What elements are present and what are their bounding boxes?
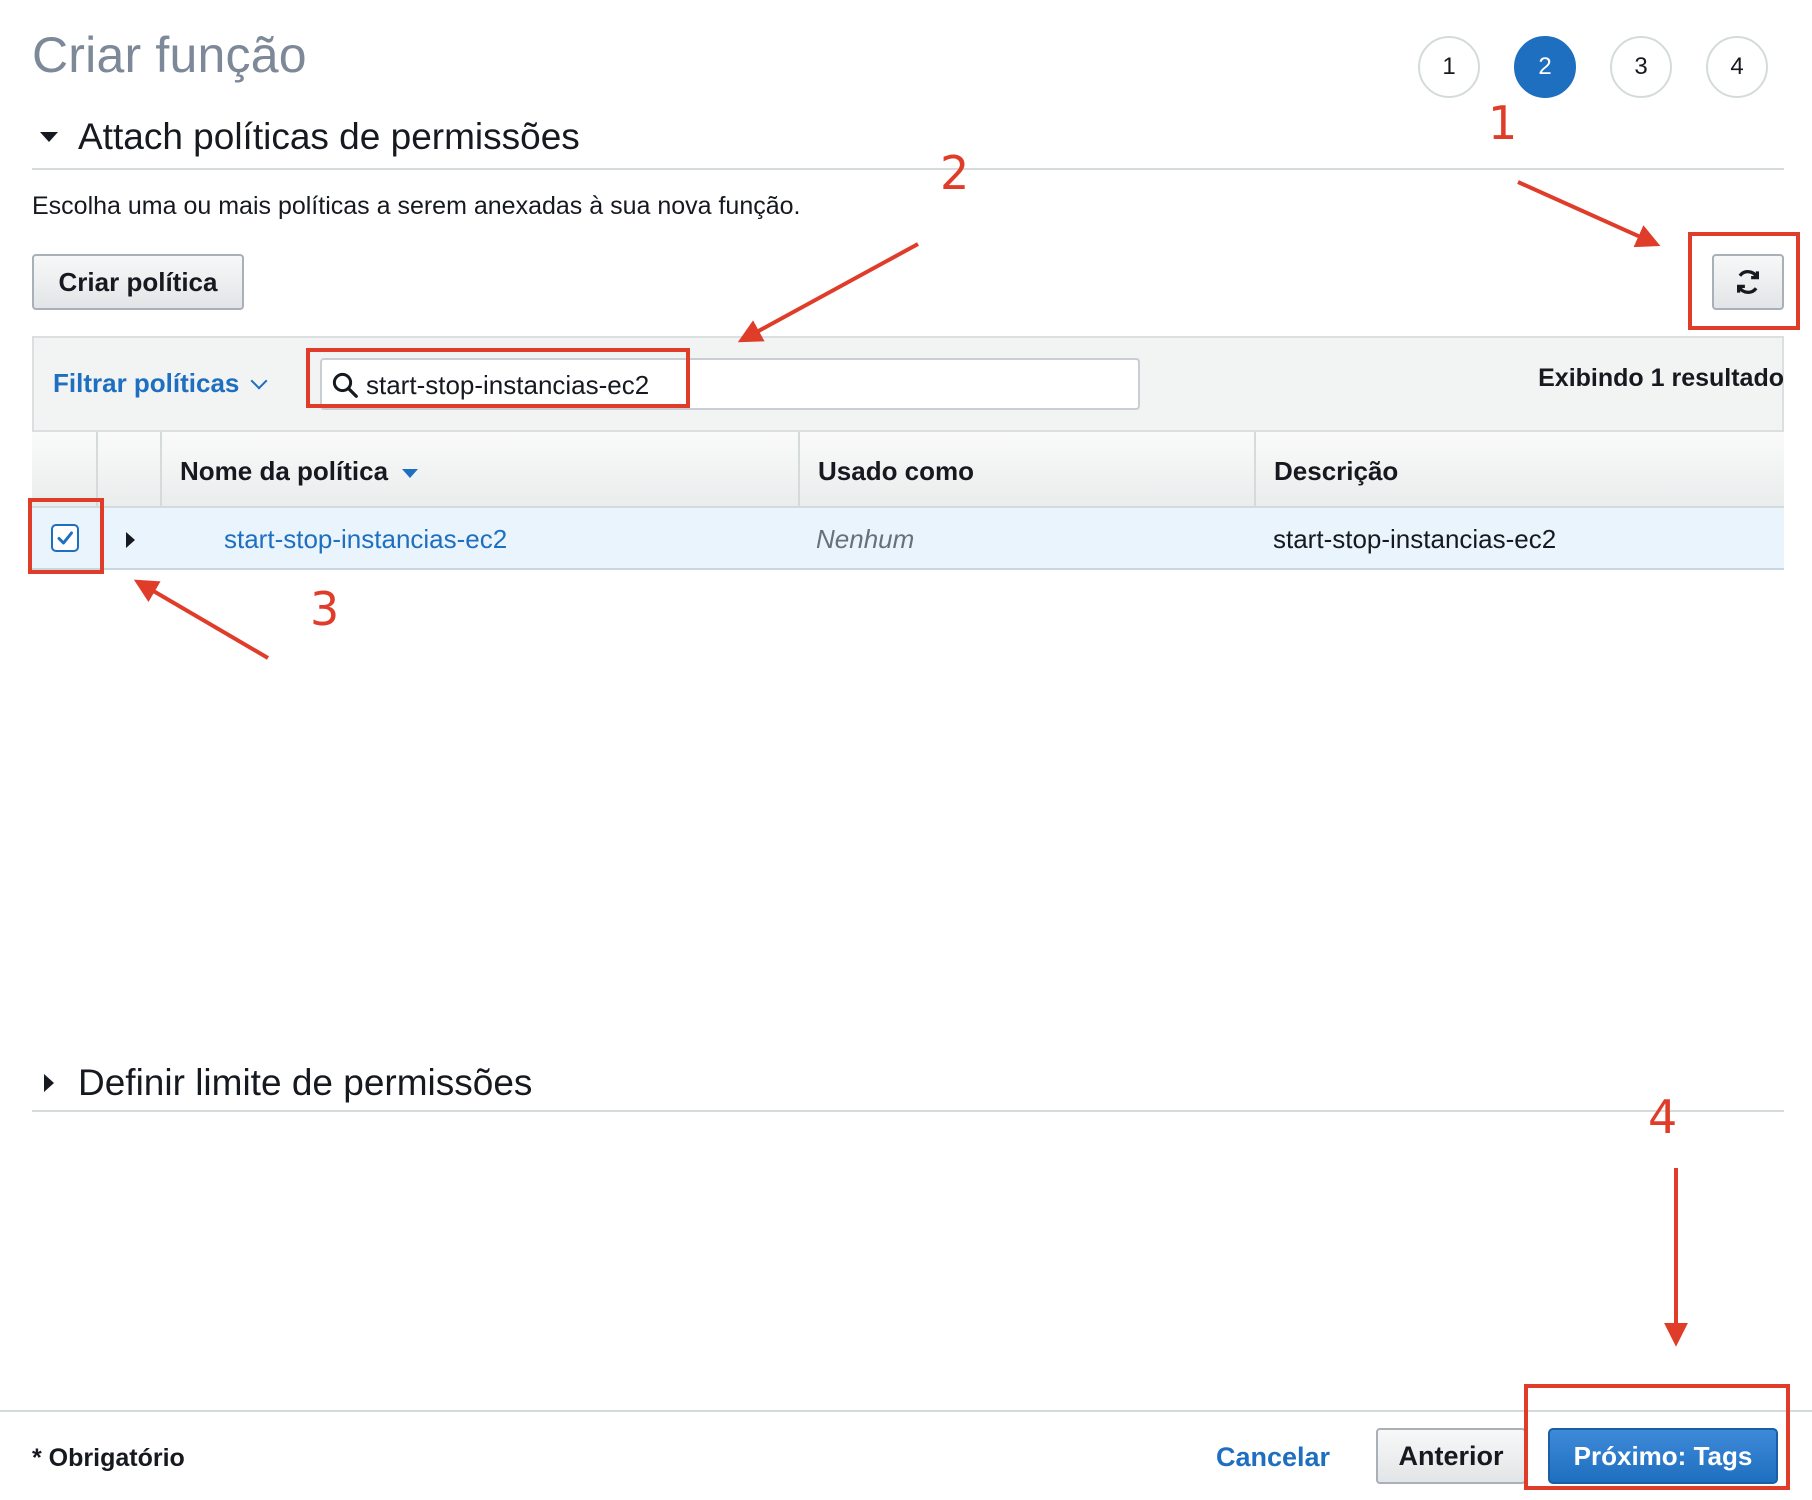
caret-down-icon bbox=[40, 132, 58, 142]
sort-desc-icon bbox=[402, 469, 419, 478]
create-policy-button[interactable]: Criar política bbox=[32, 254, 244, 310]
arrow-2 bbox=[737, 242, 919, 343]
policy-name-link[interactable]: start-stop-instancias-ec2 bbox=[224, 524, 507, 555]
section-boundary-header[interactable]: Definir limite de permissões bbox=[32, 1062, 532, 1104]
annotation-box-1 bbox=[1688, 232, 1800, 330]
section-attach-header[interactable]: Attach políticas de permissões bbox=[32, 116, 580, 158]
section-divider bbox=[32, 1110, 1784, 1112]
column-header-description: Descrição bbox=[1274, 456, 1399, 486]
arrow-1 bbox=[1517, 180, 1661, 248]
annotation-label-1: 1 bbox=[1488, 96, 1518, 150]
page-title: Criar função bbox=[32, 27, 307, 83]
step-2[interactable]: 2 bbox=[1514, 36, 1576, 98]
column-separator bbox=[1254, 432, 1256, 508]
column-header-policy-name[interactable]: Nome da política bbox=[180, 456, 419, 487]
caret-right-icon bbox=[44, 1074, 54, 1092]
cancel-button[interactable]: Cancelar bbox=[1216, 1442, 1330, 1473]
column-separator bbox=[798, 432, 800, 508]
policy-description: start-stop-instancias-ec2 bbox=[1273, 524, 1557, 554]
annotation-arrows bbox=[133, 180, 1688, 1347]
annotation-box-4 bbox=[1524, 1384, 1790, 1490]
column-separator bbox=[96, 432, 98, 508]
annotation-label-3: 3 bbox=[310, 582, 340, 636]
annotation-label-4: 4 bbox=[1648, 1090, 1678, 1144]
annotation-box-3 bbox=[28, 498, 104, 574]
policy-used-as: Nenhum bbox=[816, 524, 915, 554]
step-1[interactable]: 1 bbox=[1418, 36, 1480, 98]
section-divider bbox=[32, 168, 1784, 170]
section-description: Escolha uma ou mais políticas a serem an… bbox=[32, 192, 801, 220]
required-note: * Obrigatório bbox=[32, 1444, 185, 1472]
result-count: Exibindo 1 resultado bbox=[1538, 364, 1784, 392]
annotation-box-2 bbox=[306, 348, 690, 408]
annotation-label-2: 2 bbox=[940, 146, 970, 200]
section-attach-title: Attach políticas de permissões bbox=[78, 116, 580, 157]
column-separator bbox=[160, 432, 162, 508]
step-3[interactable]: 3 bbox=[1610, 36, 1672, 98]
filter-policies-label: Filtrar políticas bbox=[53, 368, 240, 398]
column-header-used-as: Usado como bbox=[818, 456, 975, 486]
section-boundary-title: Definir limite de permissões bbox=[78, 1062, 533, 1103]
expand-row-icon[interactable] bbox=[126, 532, 135, 548]
filter-policies-dropdown[interactable]: Filtrar políticas bbox=[53, 368, 268, 399]
chevron-down-icon bbox=[250, 372, 268, 389]
column-header-policy-name-label: Nome da política bbox=[180, 456, 389, 486]
previous-button[interactable]: Anterior bbox=[1376, 1428, 1526, 1484]
step-4[interactable]: 4 bbox=[1706, 36, 1768, 98]
arrow-3 bbox=[133, 579, 270, 660]
